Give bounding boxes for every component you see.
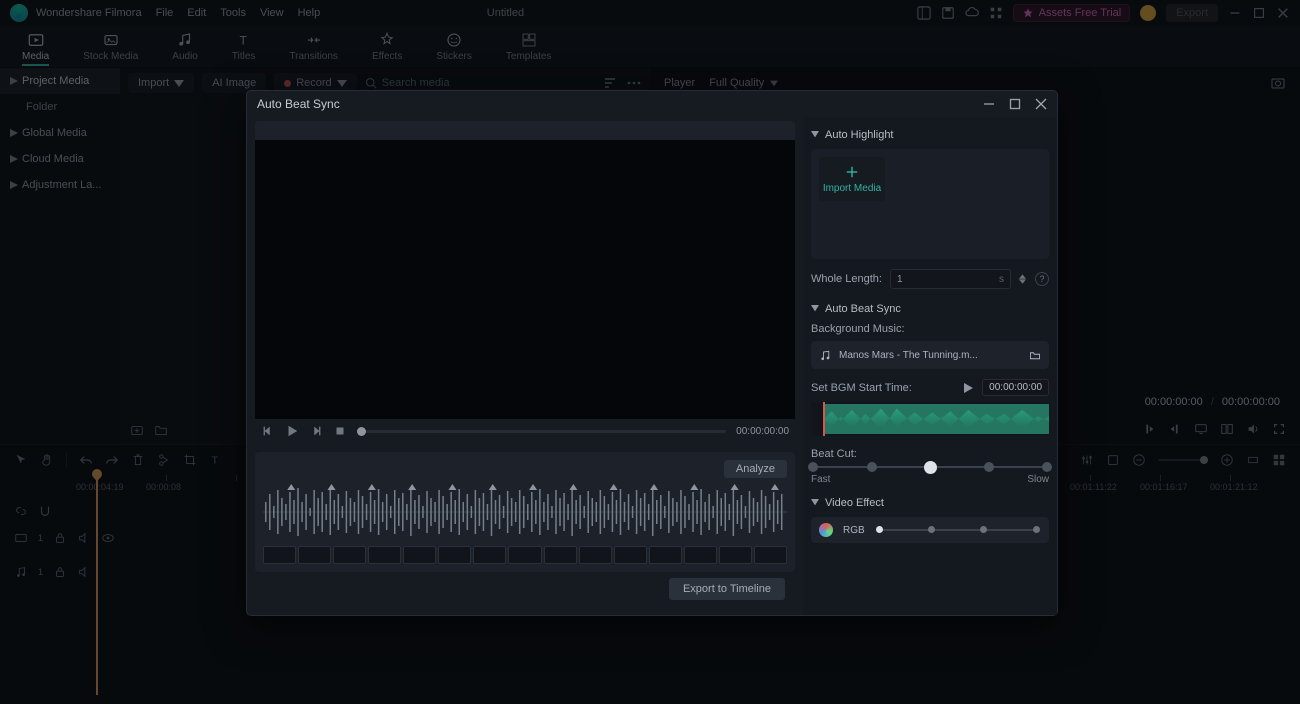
plus-icon <box>845 165 859 179</box>
rgb-label: RGB <box>843 525 865 536</box>
bgm-file-box: Manos Mars - The Tunning.m... <box>811 341 1049 369</box>
bgm-label: Background Music: <box>811 323 1049 335</box>
modal-maximize-icon[interactable] <box>1009 98 1021 110</box>
next-frame-icon[interactable] <box>309 424 323 438</box>
section-video-effect[interactable]: Video Effect <box>811 497 1049 509</box>
whole-length-input[interactable]: 1 s <box>890 269 1011 289</box>
modal-minimize-icon[interactable] <box>983 98 995 110</box>
import-media-button[interactable]: Import Media <box>819 157 885 201</box>
section-auto-highlight[interactable]: Auto Highlight <box>811 129 1049 141</box>
music-note-icon <box>819 349 831 361</box>
analysis-waveform[interactable] <box>263 484 787 540</box>
analysis-panel: Analyze <box>255 452 795 572</box>
bgm-filename: Manos Mars - The Tunning.m... <box>839 350 1021 361</box>
beat-cut-label: Beat Cut: <box>811 448 1049 460</box>
preview-transport: 00:00:00:00 <box>255 419 795 444</box>
beat-segments[interactable] <box>263 546 787 564</box>
beat-cut-slider[interactable] <box>813 466 1047 468</box>
beat-cut-slow: Slow <box>1027 474 1049 485</box>
bgm-play-icon[interactable] <box>962 382 974 394</box>
play-icon[interactable] <box>285 424 299 438</box>
modal-title: Auto Beat Sync <box>257 97 340 111</box>
preview-time: 00:00:00:00 <box>736 426 789 437</box>
export-to-timeline-button[interactable]: Export to Timeline <box>669 578 785 600</box>
folder-open-icon[interactable] <box>1029 349 1041 361</box>
highlight-media-dropzone: Import Media <box>811 149 1049 259</box>
auto-beat-sync-modal: Auto Beat Sync 00:00:00:00 Analyze <box>246 90 1058 616</box>
rgb-intensity-slider[interactable] <box>879 529 1037 531</box>
beat-cut-fast: Fast <box>811 474 830 485</box>
section-auto-beat-sync[interactable]: Auto Beat Sync <box>811 303 1049 315</box>
prev-frame-icon[interactable] <box>261 424 275 438</box>
preview-viewport <box>255 140 795 418</box>
modal-close-icon[interactable] <box>1035 98 1047 110</box>
rgb-icon <box>819 523 833 537</box>
analyze-button[interactable]: Analyze <box>724 460 787 478</box>
video-effect-rgb-row: RGB <box>811 517 1049 543</box>
whole-length-spinner[interactable] <box>1019 274 1027 284</box>
bgm-start-value[interactable]: 00:00:00:00 <box>982 379 1049 396</box>
bgm-start-label: Set BGM Start Time: <box>811 382 912 394</box>
preview-scrubber[interactable] <box>357 430 726 433</box>
whole-length-label: Whole Length: <box>811 273 882 285</box>
bgm-waveform[interactable] <box>811 402 1049 436</box>
preview-header <box>255 121 795 140</box>
stop-icon[interactable] <box>333 424 347 438</box>
modal-settings-panel: Auto Highlight Import Media Whole Length… <box>803 117 1057 615</box>
bgm-wave-cursor[interactable] <box>823 402 825 436</box>
whole-length-help[interactable]: ? <box>1035 272 1049 286</box>
